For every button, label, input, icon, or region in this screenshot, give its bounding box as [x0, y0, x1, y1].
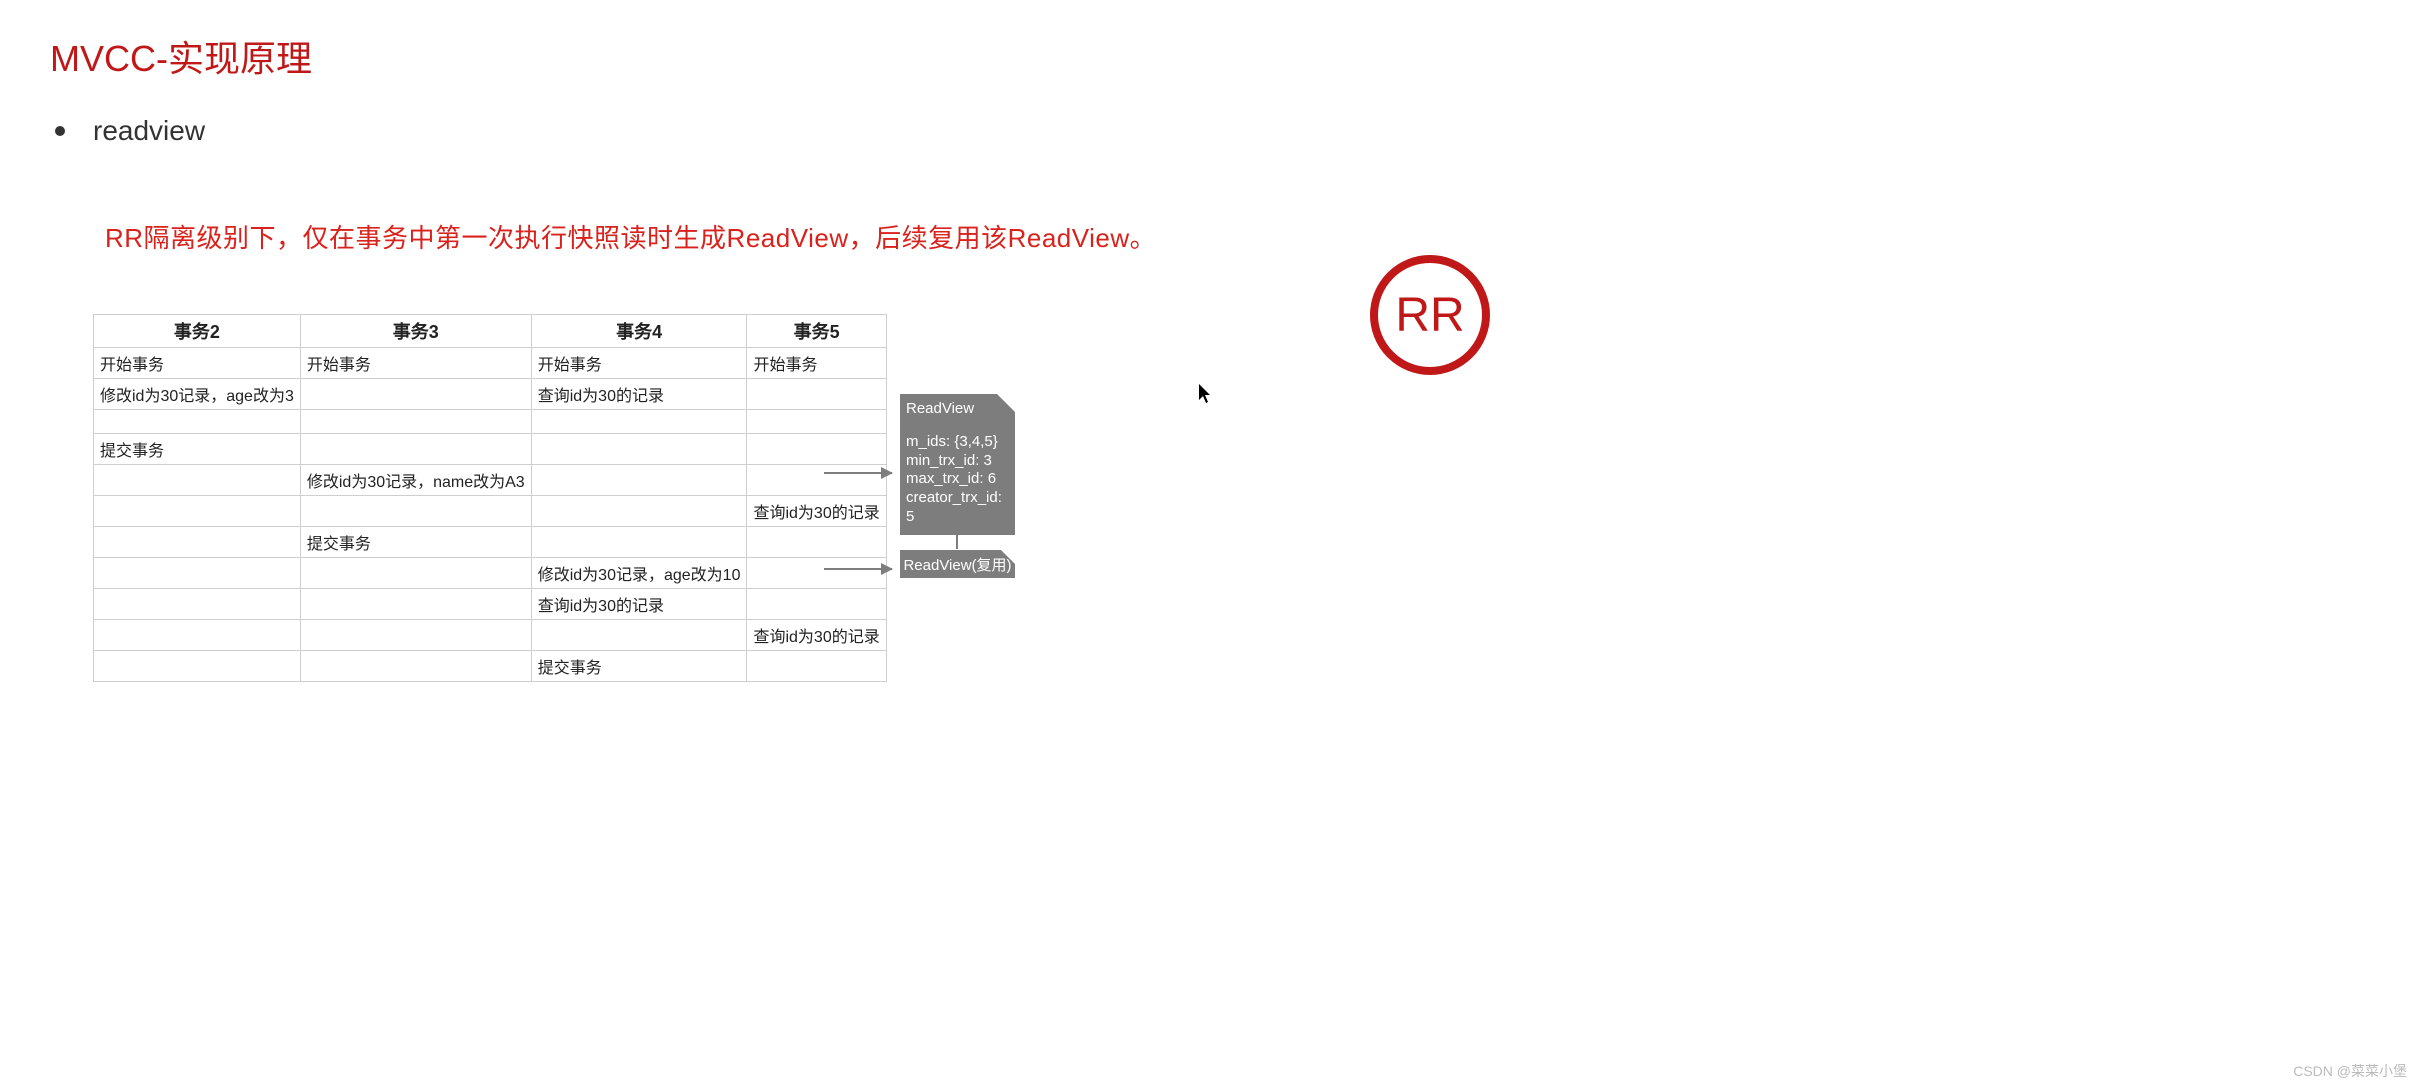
- readview-reuse-label: ReadView(复用): [903, 554, 1011, 575]
- cell: [300, 496, 531, 527]
- col-header: 事务4: [531, 315, 747, 348]
- table-row: 提交事务: [94, 434, 887, 465]
- cell: 开始事务: [94, 348, 301, 379]
- bullet-text: readview: [93, 115, 205, 147]
- cell: 查询id为30的记录: [747, 496, 886, 527]
- cell: [747, 379, 886, 410]
- cell: [94, 651, 301, 682]
- cell: 修改id为30记录，age改为10: [531, 558, 747, 589]
- cell: [747, 651, 886, 682]
- cell: [747, 465, 886, 496]
- cell: [300, 379, 531, 410]
- cell: [94, 620, 301, 651]
- cell: [94, 527, 301, 558]
- cell: [300, 434, 531, 465]
- cell: [300, 651, 531, 682]
- cell: [747, 434, 886, 465]
- arrow-up-icon: [956, 523, 958, 549]
- rr-badge-text: RR: [1395, 288, 1464, 343]
- watermark: CSDN @菜菜小堡: [2293, 1061, 2407, 1081]
- cell: 提交事务: [300, 527, 531, 558]
- cell: [300, 620, 531, 651]
- rr-statement: RR隔离级别下，仅在事务中第一次执行快照读时生成ReadView，后续复用该Re…: [105, 218, 1156, 255]
- readview-box: ReadView m_ids: {3,4,5} min_trx_id: 3 ma…: [900, 394, 1015, 535]
- cell: [94, 558, 301, 589]
- table-row: 修改id为30记录，name改为A3: [94, 465, 887, 496]
- arrow-right-icon: [824, 472, 892, 474]
- transaction-table: 事务2 事务3 事务4 事务5 开始事务 开始事务 开始事务 开始事务 修改id…: [93, 314, 819, 682]
- fold-corner-icon: [1001, 550, 1015, 564]
- cell: 查询id为30的记录: [531, 589, 747, 620]
- cell: [531, 527, 747, 558]
- cell: [300, 558, 531, 589]
- table-row: [94, 410, 887, 434]
- cell: [94, 589, 301, 620]
- col-header: 事务3: [300, 315, 531, 348]
- bullet-dot-icon: [55, 126, 65, 136]
- table-header-row: 事务2 事务3 事务4 事务5: [94, 315, 887, 348]
- table-row: 查询id为30的记录: [94, 496, 887, 527]
- bullet-row: readview: [55, 115, 205, 147]
- cell: [531, 434, 747, 465]
- cell: [747, 589, 886, 620]
- rr-badge: RR: [1370, 255, 1490, 375]
- table-row: 修改id为30记录，age改为10: [94, 558, 887, 589]
- cell: [531, 465, 747, 496]
- cell: [531, 496, 747, 527]
- mouse-cursor-icon: [1199, 384, 1213, 409]
- cell: [747, 410, 886, 434]
- readview-title: ReadView: [906, 400, 1009, 419]
- readview-creator: creator_trx_id: 5: [906, 489, 1009, 527]
- table-row: 修改id为30记录，age改为3 查询id为30的记录: [94, 379, 887, 410]
- page-title: MVCC-实现原理: [50, 30, 312, 82]
- col-header: 事务2: [94, 315, 301, 348]
- cell: 提交事务: [531, 651, 747, 682]
- cell: 开始事务: [531, 348, 747, 379]
- cell: [94, 465, 301, 496]
- cell: 开始事务: [747, 348, 886, 379]
- cell: 开始事务: [300, 348, 531, 379]
- cell: [747, 558, 886, 589]
- cell: 修改id为30记录，name改为A3: [300, 465, 531, 496]
- cell: 修改id为30记录，age改为3: [94, 379, 301, 410]
- cell: [747, 527, 886, 558]
- fold-corner-icon: [997, 394, 1015, 412]
- readview-max-trx: max_trx_id: 6: [906, 470, 1009, 489]
- cell: [531, 410, 747, 434]
- table-row: 提交事务: [94, 651, 887, 682]
- cell: 查询id为30的记录: [747, 620, 886, 651]
- col-header: 事务5: [747, 315, 886, 348]
- cell: [300, 589, 531, 620]
- table-row: 查询id为30的记录: [94, 589, 887, 620]
- cell: [94, 410, 301, 434]
- table-row: 提交事务: [94, 527, 887, 558]
- cell: 提交事务: [94, 434, 301, 465]
- cell: 查询id为30的记录: [531, 379, 747, 410]
- cell: [531, 620, 747, 651]
- cell: [94, 496, 301, 527]
- arrow-right-icon: [824, 568, 892, 570]
- table-row: 开始事务 开始事务 开始事务 开始事务: [94, 348, 887, 379]
- readview-reuse-box: ReadView(复用): [900, 550, 1015, 578]
- readview-m-ids: m_ids: {3,4,5}: [906, 433, 1009, 452]
- cell: [300, 410, 531, 434]
- readview-min-trx: min_trx_id: 3: [906, 452, 1009, 471]
- table-row: 查询id为30的记录: [94, 620, 887, 651]
